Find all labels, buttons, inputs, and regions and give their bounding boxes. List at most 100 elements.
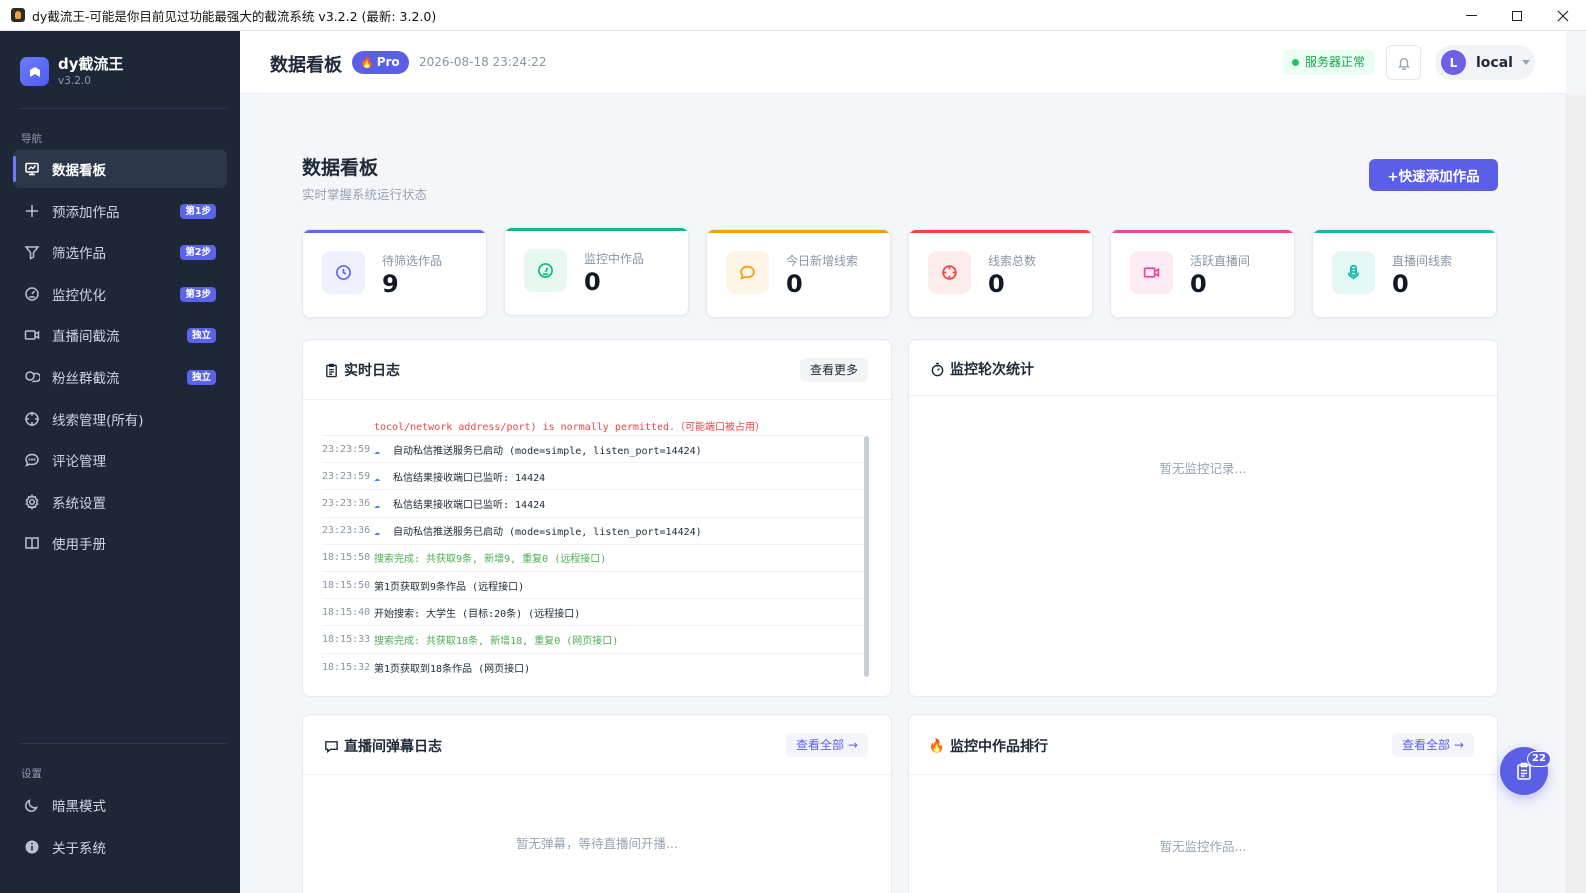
plus-icon xyxy=(24,203,40,219)
sidebar-bottom-nav: 暗黑模式 关于系统 xyxy=(13,786,227,869)
stat-label: 今日新增线索 xyxy=(786,254,859,268)
stat-accent-bar xyxy=(505,228,688,231)
sidebar-item-monitor[interactable]: 监控优化 第3步 xyxy=(13,275,227,313)
video-icon xyxy=(1130,251,1173,294)
window-title: dy截流王-可能是你目前见过功能最强大的截流系统 v3.2.2 (最新: 3.2… xyxy=(32,8,437,24)
logo-icon xyxy=(20,57,49,86)
stat-card-live-leads[interactable]: 直播间线索 0 xyxy=(1312,229,1497,318)
sidebar-item-live[interactable]: 直播间截流 独立 xyxy=(13,316,227,354)
sidebar-item-filter[interactable]: 筛选作品 第2步 xyxy=(13,233,227,271)
sidebar-item-label: 系统设置 xyxy=(52,495,106,512)
sidebar-divider xyxy=(20,743,227,744)
view-more-button[interactable]: 查看更多 xyxy=(800,358,869,382)
top-header: 数据看板 🔥 Pro 2026-08-18 23:24:22 服务器正常 L lo… xyxy=(240,31,1566,94)
sidebar-item-label: 预添加作品 xyxy=(52,204,120,221)
flame-icon: 🔥 xyxy=(928,738,946,754)
log-row: 23:23:36 ☁ 自动私信推送服务已启动 (mode=simple, liste… xyxy=(322,518,864,545)
empty-state: 暂无监控记录... xyxy=(1159,461,1247,476)
log-row: 18:15:40 开始搜索: 大学生 (目标:20条) (远程接口) xyxy=(322,599,864,627)
page-title: 数据看板 xyxy=(302,157,379,179)
panel-header: 监控轮次统计 xyxy=(909,340,1497,396)
sidebar-item-dashboard[interactable]: 数据看板 xyxy=(13,150,227,188)
stat-value: 9 xyxy=(382,270,399,298)
stat-value: 0 xyxy=(1190,270,1207,298)
sidebar-item-label: 筛选作品 xyxy=(52,246,106,263)
cloud-upload-icon: ☁ xyxy=(374,445,381,457)
panel-title: 实时日志 xyxy=(323,360,400,380)
log-row: 18:15:50 搜索完成: 共获取9条, 新增9, 重复0 (远程接口) xyxy=(322,545,864,572)
panel-header: 🔥 监控中作品排行 查看全部 → xyxy=(909,715,1497,775)
brand: dy截流王 v3.2.0 xyxy=(20,55,124,88)
stat-card-active-live[interactable]: 活跃直播间 0 xyxy=(1110,229,1295,318)
panel-title: 🔥 监控中作品排行 xyxy=(928,738,1048,756)
window-titlebar: dy截流王-可能是你目前见过功能最强大的截流系统 v3.2.2 (最新: 3.2… xyxy=(0,0,1586,31)
sidebar-item-label: 粉丝群截流 xyxy=(52,370,120,387)
monitor-ranking-panel: 🔥 监控中作品排行 查看全部 → 暂无监控作品... xyxy=(908,714,1498,893)
stat-label: 活跃直播间 xyxy=(1190,254,1251,268)
stat-card-total-leads[interactable]: 线索总数 0 xyxy=(908,229,1093,318)
sidebar-item-label: 线索管理(所有) xyxy=(52,412,144,429)
view-all-button[interactable]: 查看全部 → xyxy=(786,733,868,757)
sidebar-item-pre-add[interactable]: 预添加作品 第1步 xyxy=(13,192,227,230)
step-badge: 第3步 xyxy=(180,286,216,302)
stat-value: 0 xyxy=(988,270,1005,298)
gauge-icon xyxy=(524,249,567,292)
stat-value: 0 xyxy=(1392,270,1409,298)
user-menu-button[interactable]: L local xyxy=(1435,45,1535,80)
dark-mode-toggle[interactable]: 暗黑模式 xyxy=(13,786,227,824)
stat-accent-bar xyxy=(707,230,890,233)
chevron-down-icon xyxy=(1521,60,1530,65)
close-button[interactable] xyxy=(1540,0,1586,31)
stopwatch-icon xyxy=(929,361,945,377)
stat-card-new-leads[interactable]: 今日新增线索 0 xyxy=(706,229,891,318)
stat-card-pending[interactable]: 待筛选作品 9 xyxy=(302,229,487,318)
independent-badge: 独立 xyxy=(186,328,216,344)
panel-title: 监控轮次统计 xyxy=(929,359,1034,379)
flame-icon: 🔥 xyxy=(360,56,374,69)
minimize-button[interactable] xyxy=(1448,0,1494,31)
sidebar-item-settings[interactable]: 系统设置 xyxy=(13,483,227,521)
sidebar-item-leads[interactable]: 线索管理(所有) xyxy=(13,400,227,438)
log-row: 18:15:32 第1页获取到18条作品 (网页接口) xyxy=(322,661,531,675)
panel-header: 实时日志 查看更多 xyxy=(303,340,891,400)
page-scrollbar[interactable] xyxy=(1566,94,1586,893)
log-row: 23:23:59 ☁ 私信结果接收端口已监听: 14424 xyxy=(322,463,864,491)
log-row: 23:23:59 ☁ 自动私信推送服务已启动 (mode=simple, liste… xyxy=(322,436,864,464)
independent-badge: 独立 xyxy=(186,369,216,385)
book-icon xyxy=(24,535,40,551)
sidebar-item-about[interactable]: 关于系统 xyxy=(13,828,227,866)
clipboard-icon xyxy=(323,362,339,378)
video-icon xyxy=(24,327,40,343)
stat-card-monitoring[interactable]: 监控中作品 0 xyxy=(504,227,689,316)
sidebar-item-label: 使用手册 xyxy=(52,537,106,554)
cloud-upload-icon: ☁ xyxy=(374,499,381,511)
cloud-upload-icon: ☁ xyxy=(374,472,381,484)
sidebar-item-comments[interactable]: 评论管理 xyxy=(13,441,227,479)
sidebar-divider xyxy=(20,108,227,109)
nav-section-label: 导航 xyxy=(21,133,42,145)
stat-accent-bar xyxy=(1313,230,1496,233)
stat-accent-bar xyxy=(909,230,1092,233)
settings-section-label: 设置 xyxy=(21,768,42,780)
header-title: 数据看板 xyxy=(270,55,342,76)
comment-icon xyxy=(24,452,40,468)
info-icon xyxy=(24,839,40,855)
stat-value: 0 xyxy=(786,270,803,298)
log-scrollbar[interactable] xyxy=(864,436,869,677)
stat-accent-bar xyxy=(1111,230,1294,233)
close-icon xyxy=(1557,10,1569,21)
view-all-button[interactable]: 查看全部 → xyxy=(1392,733,1474,757)
sidebar-item-fans[interactable]: 粉丝群截流 独立 xyxy=(13,358,227,396)
gauge-icon xyxy=(24,286,40,302)
sidebar-item-manual[interactable]: 使用手册 xyxy=(13,524,227,562)
sidebar-item-label: 监控优化 xyxy=(52,287,106,304)
chat-bubble-icon xyxy=(726,251,769,294)
stat-label: 待筛选作品 xyxy=(382,254,443,268)
notification-button[interactable] xyxy=(1386,45,1421,80)
window-controls xyxy=(1448,0,1586,31)
avatar: L xyxy=(1441,50,1466,75)
step-badge: 第1步 xyxy=(180,203,216,219)
header-datetime: 2026-08-18 23:24:22 xyxy=(419,55,547,69)
maximize-button[interactable] xyxy=(1494,0,1540,31)
quick-add-button[interactable]: +快速添加作品 xyxy=(1369,159,1498,191)
